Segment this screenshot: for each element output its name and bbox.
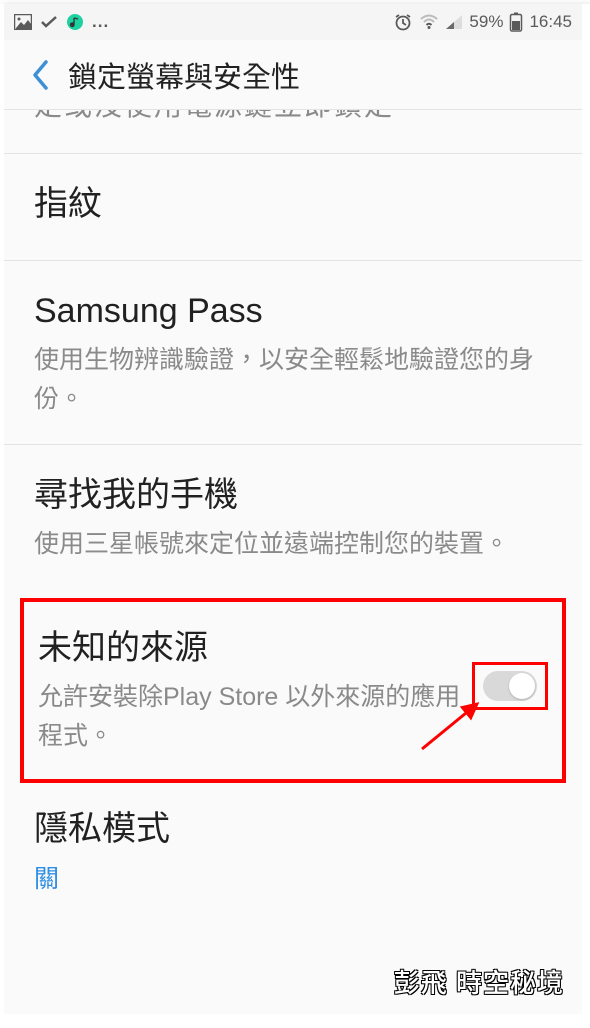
annotation-arrow (412, 694, 492, 759)
row-status: 關 (34, 859, 552, 895)
clipped-row[interactable]: 定或沒使用電源鍵立即鎖定 (4, 110, 582, 154)
row-subtitle: 允許安裝除Play Store 以外來源的應用程式。 (38, 678, 462, 756)
row-samsung-pass[interactable]: Samsung Pass 使用生物辨識驗證，以安全輕鬆地驗證您的身份。 (4, 261, 582, 445)
more-icon: ... (92, 12, 109, 32)
row-find-phone[interactable]: 尋找我的手機 使用三星帳號來定位並遠端控制您的裝置。 (4, 445, 582, 590)
row-title: 未知的來源 (38, 626, 462, 672)
battery-icon (509, 12, 523, 32)
watermark: 彭飛 時空秘境 (394, 963, 564, 1000)
highlight-box: 未知的來源 允許安裝除Play Store 以外來源的應用程式。 (20, 598, 566, 783)
clipped-text: 定或沒使用電源鍵立即鎖定 (34, 110, 394, 124)
clock-text: 16:45 (529, 12, 572, 32)
row-title: 指紋 (34, 182, 552, 228)
status-left: ... (14, 12, 109, 32)
battery-percent: 59% (469, 12, 503, 32)
row-title: 尋找我的手機 (34, 473, 552, 519)
status-bar: ... 59% 16:45 (4, 4, 582, 40)
row-private-mode[interactable]: 隱私模式 關 (4, 797, 582, 901)
wifi-icon (419, 14, 439, 30)
row-title: 隱私模式 (34, 807, 552, 853)
row-fingerprint[interactable]: 指紋 (4, 154, 582, 261)
music-icon (66, 13, 84, 31)
status-right: 59% 16:45 (393, 12, 572, 32)
settings-list: 指紋 Samsung Pass 使用生物辨識驗證，以安全輕鬆地驗證您的身份。 尋… (4, 154, 582, 590)
page-title: 鎖定螢幕與安全性 (68, 54, 300, 96)
image-icon (14, 14, 32, 30)
toggle-knob (509, 673, 535, 699)
header: 鎖定螢幕與安全性 (4, 40, 582, 110)
back-button[interactable] (20, 55, 60, 95)
row-title: Samsung Pass (34, 289, 552, 335)
signal-icon (445, 14, 463, 30)
check-icon (40, 15, 58, 29)
chevron-left-icon (29, 58, 51, 92)
row-subtitle: 使用生物辨識驗證，以安全輕鬆地驗證您的身份。 (34, 341, 552, 419)
row-subtitle: 使用三星帳號來定位並遠端控制您的裝置。 (34, 525, 552, 564)
alarm-icon (393, 12, 413, 32)
